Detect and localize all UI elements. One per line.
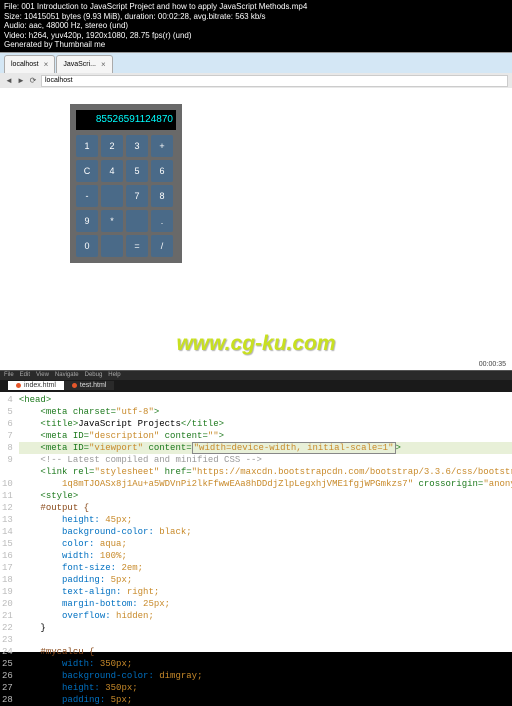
editor-titlebar: File Edit View Navigate Debug Help [0, 370, 512, 380]
reload-icon[interactable]: ⟳ [28, 76, 38, 86]
calculator: 85526591124870 1 2 3 + C 4 5 6 - 7 8 9 *… [70, 104, 182, 263]
calc-button-2[interactable]: 2 [101, 135, 123, 157]
watermark: www.cg-ku.com [176, 332, 335, 356]
calc-button-0[interactable]: 0 [76, 235, 98, 257]
editor-tab-test[interactable]: test.html [64, 381, 114, 390]
page-content: 85526591124870 1 2 3 + C 4 5 6 - 7 8 9 *… [0, 88, 512, 370]
calc-button-3[interactable]: 3 [126, 135, 148, 157]
code-content[interactable]: <head> <meta charset="utf-8"> <title>Jav… [19, 392, 512, 652]
tab-label: localhost [11, 61, 39, 68]
meta-video: Video: h264, yuv420p, 1920x1080, 28.75 f… [4, 31, 508, 41]
calc-button-7[interactable]: 7 [126, 185, 148, 207]
calc-button-4[interactable]: 4 [101, 160, 123, 182]
calc-button-multiply[interactable]: * [101, 210, 123, 232]
back-icon[interactable]: ◄ [4, 76, 14, 86]
url-input[interactable]: localhost [41, 75, 508, 87]
calc-button-5[interactable]: 5 [126, 160, 148, 182]
file-icon [16, 383, 21, 388]
calc-button-dot[interactable]: . [151, 210, 173, 232]
menu-navigate[interactable]: Navigate [55, 372, 79, 378]
menu-view[interactable]: View [36, 372, 49, 378]
browser-tab[interactable]: JavaScri... × [56, 55, 112, 73]
menu-debug[interactable]: Debug [85, 372, 103, 378]
meta-file: File: 001 Introduction to JavaScript Pro… [4, 2, 508, 12]
close-icon[interactable]: × [44, 60, 49, 69]
meta-size: Size: 10415051 bytes (9.93 MiB), duratio… [4, 12, 508, 22]
calc-button-blank[interactable] [101, 235, 123, 257]
calc-display: 85526591124870 [76, 110, 176, 130]
calc-button-9[interactable]: 9 [76, 210, 98, 232]
forward-icon[interactable]: ► [16, 76, 26, 86]
meta-audio: Audio: aac, 48000 Hz, stereo (und) [4, 21, 508, 31]
file-icon [72, 383, 77, 388]
code-editor[interactable]: 4 5 6 7 8 9 10 11 12 13 14 15 16 17 18 1… [0, 392, 512, 652]
menu-file[interactable]: File [4, 372, 14, 378]
url-text: localhost [45, 77, 73, 84]
tab-label: index.html [24, 382, 56, 389]
timecode: 00:00:35 [479, 361, 506, 368]
menu-edit[interactable]: Edit [20, 372, 30, 378]
video-metadata: File: 001 Introduction to JavaScript Pro… [0, 0, 512, 52]
calc-button-clear[interactable]: C [76, 160, 98, 182]
tab-label: test.html [80, 382, 106, 389]
calc-button-divide[interactable]: / [151, 235, 173, 257]
calc-button-equals[interactable]: = [126, 235, 148, 257]
calc-button-blank[interactable] [101, 185, 123, 207]
calc-button-plus[interactable]: + [151, 135, 173, 157]
close-icon[interactable]: × [101, 60, 106, 69]
calc-button-6[interactable]: 6 [151, 160, 173, 182]
menu-help[interactable]: Help [108, 372, 120, 378]
calc-button-minus[interactable]: - [76, 185, 98, 207]
editor-tabs: index.html test.html [0, 380, 512, 392]
calc-button-8[interactable]: 8 [151, 185, 173, 207]
calc-button-1[interactable]: 1 [76, 135, 98, 157]
tab-label: JavaScri... [63, 61, 96, 68]
calc-button-blank[interactable] [126, 210, 148, 232]
browser-chrome: localhost × JavaScri... × ◄ ► ⟳ localhos… [0, 52, 512, 88]
meta-gen: Generated by Thumbnail me [4, 40, 508, 50]
editor-tab-index[interactable]: index.html [8, 381, 64, 390]
line-gutter: 4 5 6 7 8 9 10 11 12 13 14 15 16 17 18 1… [0, 392, 19, 652]
browser-tab[interactable]: localhost × [4, 55, 55, 73]
